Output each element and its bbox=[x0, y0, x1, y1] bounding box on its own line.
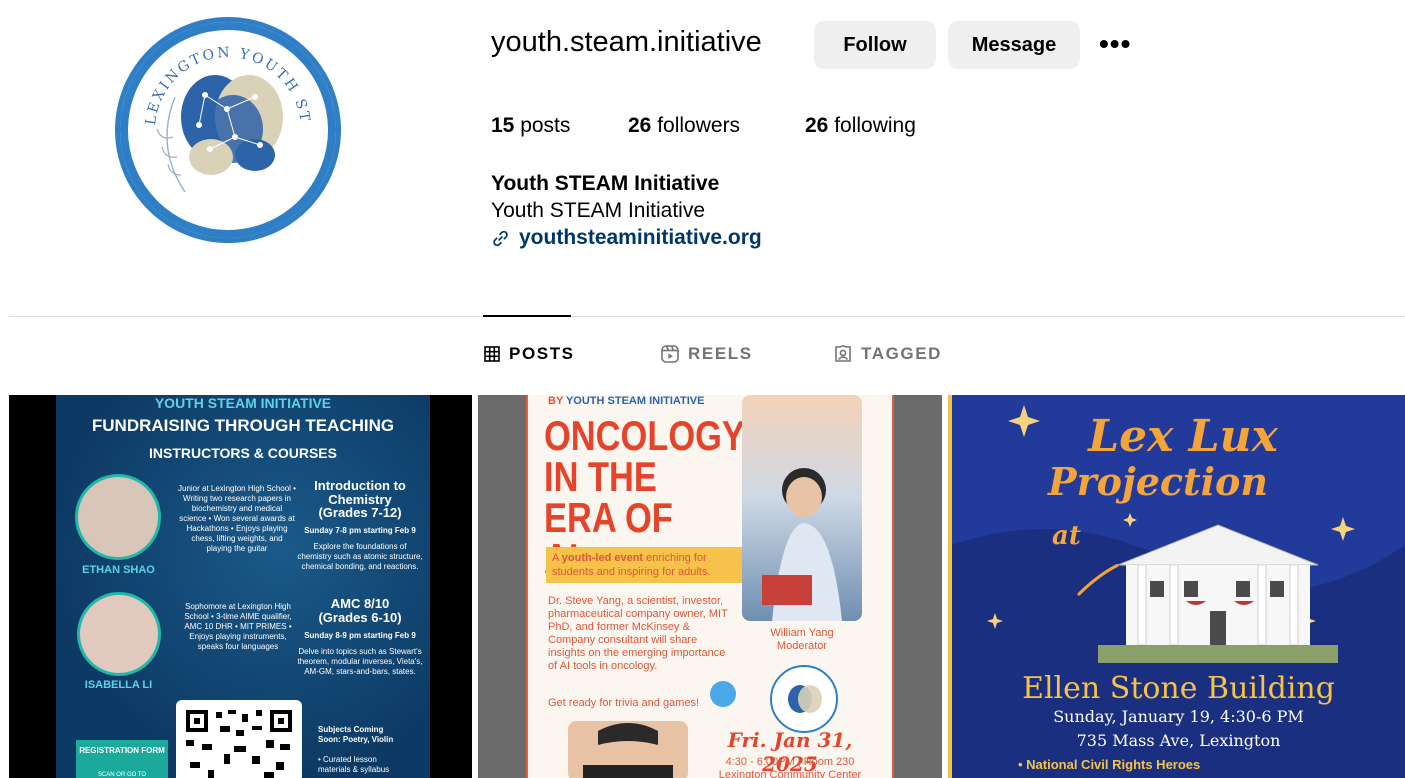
course1-time: Sunday 7-8 pm starting Feb 9 bbox=[304, 526, 416, 535]
course1-desc: Explore the foundations of chemistry suc… bbox=[297, 542, 423, 571]
flyer-bullet: • Curated lesson materials & syllabus bbox=[318, 755, 390, 774]
following-count[interactable]: 26 bbox=[805, 114, 828, 137]
registration-sub: SCAN OR GO TO bbox=[97, 772, 147, 778]
course2-time: Sunday 8-9 pm starting Feb 9 bbox=[304, 631, 416, 640]
message-button[interactable]: Message bbox=[948, 21, 1080, 69]
post-thumbnail-oncology[interactable]: BY YOUTH STEAM INITIATIVE ONCOLOGY IN TH… bbox=[478, 395, 942, 778]
instructor1-photo bbox=[78, 477, 158, 557]
posts-count: 15 bbox=[491, 114, 515, 137]
flyer2-tagline: A youth-led event enriching for students… bbox=[546, 547, 748, 583]
post-thumbnail-lexlux[interactable]: Lex Lux Projection at Ellen Stone Buildi… bbox=[948, 395, 1405, 778]
tab-reels-label[interactable]: REELS bbox=[688, 344, 753, 364]
posts-count-stat: 15 posts bbox=[491, 114, 570, 138]
website-link-row[interactable]: youthsteaminitiative.org bbox=[491, 226, 762, 250]
grid-icon bbox=[484, 346, 500, 362]
flyer2-by-prefix: BY bbox=[548, 395, 566, 407]
tab-posts[interactable]: POSTS bbox=[484, 344, 575, 364]
oncology-flyer: BY YOUTH STEAM INITIATIVE ONCOLOGY IN TH… bbox=[526, 395, 894, 778]
moderator-role: Moderator bbox=[776, 640, 828, 652]
course2-desc: Delve into topics such as Stewart's theo… bbox=[297, 647, 423, 676]
profile-full-name: Youth STEAM Initiative bbox=[491, 172, 720, 195]
avatar-logo-image: LEXINGTON YOUTH STEAM TEAM bbox=[115, 17, 336, 238]
post-thumbnail-fundraising[interactable]: YOUTH STEAM INITIATIVE FUNDRAISING THROU… bbox=[9, 395, 472, 778]
tab-tagged[interactable]: TAGGED bbox=[834, 344, 942, 364]
following-label[interactable]: following bbox=[828, 114, 916, 137]
posts-label: posts bbox=[514, 114, 571, 137]
flyer-title: FUNDRAISING THROUGH TEACHING bbox=[91, 416, 395, 435]
profile-avatar[interactable]: LEXINGTON YOUTH STEAM TEAM bbox=[115, 17, 341, 243]
flyer2-by-org: YOUTH STEAM INITIATIVE bbox=[565, 395, 705, 407]
instructor2-bio: Sophomore at Lexington High School • 3-t… bbox=[184, 602, 292, 651]
tab-posts-label[interactable]: POSTS bbox=[509, 344, 575, 364]
flyer2-tagline-pre: A bbox=[552, 552, 562, 564]
instructor2-photo bbox=[80, 595, 158, 673]
flyer2-by: BY YOUTH STEAM INITIATIVE bbox=[548, 395, 704, 407]
lexlux-title1: Lex Lux bbox=[1088, 411, 1278, 462]
flyer2-tagline-bold: youth-led event bbox=[561, 552, 644, 564]
website-link[interactable]: youthsteaminitiative.org bbox=[519, 226, 762, 250]
tab-tagged-label[interactable]: TAGGED bbox=[861, 344, 942, 364]
flyer2-logo bbox=[770, 665, 838, 733]
flyer2-time: 4:30 - 6:00PM | Room 230 bbox=[725, 756, 855, 768]
followers-stat[interactable]: 26 followers bbox=[628, 114, 740, 138]
speaker-photo bbox=[568, 721, 688, 778]
follow-button[interactable]: Follow bbox=[814, 21, 936, 69]
flyer2-body: Dr. Steve Yang, a scientist, investor, p… bbox=[548, 595, 728, 672]
profile-category: Youth STEAM Initiative bbox=[491, 199, 705, 222]
tabs-divider bbox=[9, 316, 1405, 317]
lexlux-address: 735 Mass Ave, Lexington bbox=[1076, 731, 1281, 750]
followers-label[interactable]: followers bbox=[651, 114, 740, 137]
reels-icon bbox=[661, 345, 679, 363]
coming-soon: Subjects Coming Soon: Poetry, Violin bbox=[318, 725, 394, 744]
registration-label: REGISTRATION FORM bbox=[79, 746, 165, 755]
robot-icon bbox=[710, 681, 736, 707]
moderator-photo bbox=[742, 395, 862, 621]
fundraising-flyer: YOUTH STEAM INITIATIVE FUNDRAISING THROU… bbox=[56, 395, 430, 778]
course1-title: Introduction to Chemistry bbox=[314, 478, 406, 507]
flyer-subtitle: INSTRUCTORS & COURSES bbox=[149, 445, 337, 461]
active-tab-indicator bbox=[483, 315, 571, 317]
following-stat[interactable]: 26 following bbox=[805, 114, 916, 138]
lexlux-title2: Projection bbox=[1048, 459, 1268, 504]
instructor2-name: ISABELLA LI bbox=[84, 679, 153, 691]
flyer-org: YOUTH STEAM INITIATIVE bbox=[154, 395, 332, 411]
instructor1-name: ETHAN SHAO bbox=[82, 564, 155, 576]
flyer2-place: Lexington Community Center bbox=[718, 769, 862, 778]
course2-title: AMC 8/10 bbox=[330, 596, 390, 611]
tagged-icon bbox=[835, 345, 851, 362]
profile-username: youth.steam.initiative bbox=[491, 26, 762, 58]
moderator-name: William Yang bbox=[770, 627, 834, 639]
lexlux-at: at bbox=[1052, 521, 1081, 551]
lexlux-venue: Ellen Stone Building bbox=[1022, 671, 1335, 706]
followers-count[interactable]: 26 bbox=[628, 114, 651, 137]
course1-grades: (Grades 7-12) bbox=[318, 505, 402, 520]
flyer2-trivia: Get ready for trivia and games! bbox=[548, 697, 700, 709]
more-options-icon[interactable]: ••• bbox=[1099, 30, 1131, 58]
course2-grades: (Grades 6-10) bbox=[318, 610, 402, 625]
link-icon bbox=[493, 230, 508, 246]
lexlux-date: Sunday, January 19, 4:30-6 PM bbox=[1053, 707, 1304, 726]
tab-reels[interactable]: REELS bbox=[661, 344, 753, 364]
qr-code-image bbox=[176, 700, 302, 778]
registration-box: REGISTRATION FORM SCAN OR GO TO bbox=[76, 740, 168, 778]
lexlux-bullet: • National Civil Rights Heroes bbox=[1018, 757, 1201, 772]
instructor1-bio: Junior at Lexington High School • Writin… bbox=[178, 484, 296, 553]
